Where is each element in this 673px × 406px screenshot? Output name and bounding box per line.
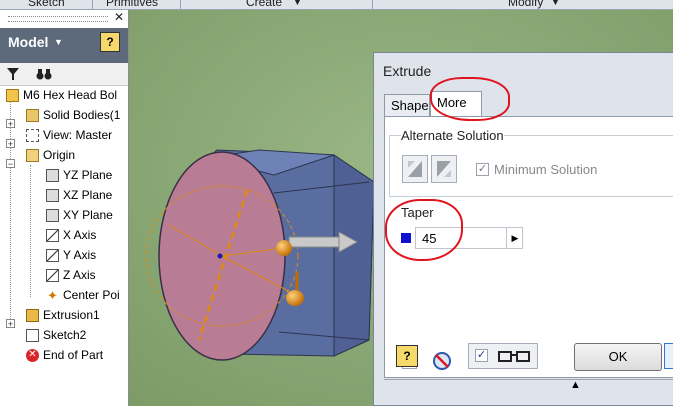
preview-toggle[interactable]: ✓ xyxy=(468,343,538,369)
dialog-footer: ▲ xyxy=(384,379,673,392)
tree-item-part[interactable]: M6 Hex Head Bol xyxy=(6,85,117,105)
expand-icon[interactable]: + xyxy=(6,139,15,149)
tree-item-sketch2[interactable]: Sketch2 xyxy=(26,325,86,345)
expand-icon[interactable]: + xyxy=(6,319,15,329)
modify-dropdown-icon[interactable]: ▼ xyxy=(551,0,560,7)
close-icon[interactable]: ✕ xyxy=(114,10,124,24)
tab-shape[interactable]: Shape xyxy=(384,94,430,116)
end-of-part-icon: ✕ xyxy=(26,348,39,362)
part-icon xyxy=(6,88,19,102)
chevron-down-icon[interactable]: ▼ xyxy=(54,37,63,47)
sketch-icon xyxy=(26,328,39,342)
ribbon-bar: Sketch Primitives Create ▼ Modify ▼ xyxy=(0,0,673,10)
help-icon[interactable]: ? xyxy=(100,32,120,52)
cancel-button[interactable] xyxy=(664,343,673,369)
tab-primitives[interactable]: Primitives xyxy=(106,0,158,9)
tab-create[interactable]: Create xyxy=(246,0,282,9)
axis-icon xyxy=(46,228,59,242)
no-match-shape-icon[interactable] xyxy=(432,351,452,371)
tree-item-label: XY Plane xyxy=(63,208,113,222)
tree-item-y-axis[interactable]: Y Axis xyxy=(46,245,96,265)
distance-handle[interactable] xyxy=(276,240,292,256)
hex-bolt-model[interactable] xyxy=(145,149,375,361)
tab-modify[interactable]: Modify xyxy=(508,0,543,9)
find-binoculars-icon[interactable] xyxy=(36,67,52,81)
tree-item-label: YZ Plane xyxy=(63,168,113,182)
plane-icon xyxy=(46,168,59,182)
expand-dialog-icon[interactable]: ▲ xyxy=(570,379,581,391)
glasses-icon xyxy=(498,351,530,362)
axis-icon xyxy=(46,268,59,282)
tab-sketch[interactable]: Sketch xyxy=(28,0,65,9)
taper-dropdown-icon[interactable]: ▶ xyxy=(506,228,523,248)
tree-item-view[interactable]: View: Master xyxy=(26,125,112,145)
tree-item-label: Solid Bodies(1 xyxy=(43,108,121,122)
tree-item-origin[interactable]: Origin xyxy=(26,145,75,165)
folder-icon xyxy=(26,108,39,122)
tree-item-end-of-part[interactable]: ✕ End of Part xyxy=(26,345,103,365)
minimum-solution-checkbox[interactable]: ✓ xyxy=(476,163,489,176)
tree-item-label: Extrusion1 xyxy=(43,308,100,322)
tree-item-label: Z Axis xyxy=(63,268,96,282)
view-icon xyxy=(26,128,39,142)
browser-toolbar xyxy=(0,63,128,86)
center-point xyxy=(217,253,223,259)
tree-item-xy-plane[interactable]: XY Plane xyxy=(46,205,113,225)
minimum-solution-label: Minimum Solution xyxy=(494,162,598,177)
tree-item-label: Y Axis xyxy=(63,248,97,262)
annotation-circle-more xyxy=(430,77,510,121)
tree-item-label: M6 Hex Head Bol xyxy=(23,88,118,102)
tree-item-label: End of Part xyxy=(43,348,104,362)
tree-item-label: X Axis xyxy=(63,228,97,242)
ribbon-separator xyxy=(92,0,93,9)
help-icon[interactable]: ? xyxy=(396,345,418,367)
panel-grip[interactable] xyxy=(8,16,108,22)
preview-checkbox[interactable]: ✓ xyxy=(475,349,488,362)
annotation-circle-taper xyxy=(385,199,463,261)
tree-connector xyxy=(30,165,31,297)
tree-item-solid-bodies[interactable]: Solid Bodies(1 xyxy=(26,105,120,125)
alternate-solution-label: Alternate Solution xyxy=(401,128,504,143)
flip-solution-alt-button[interactable] xyxy=(431,155,457,183)
tree-item-yz-plane[interactable]: YZ Plane xyxy=(46,165,112,185)
tree-item-extrusion1[interactable]: Extrusion1 xyxy=(26,305,100,325)
center-point-icon: ✦ xyxy=(47,287,58,303)
ok-button[interactable]: OK xyxy=(574,343,662,371)
tree-item-label: Sketch2 xyxy=(43,328,87,342)
browser-title[interactable]: Model xyxy=(8,34,48,50)
plane-icon xyxy=(46,208,59,222)
create-dropdown-icon[interactable]: ▼ xyxy=(293,0,302,7)
filter-icon[interactable] xyxy=(6,67,20,81)
collapse-icon[interactable]: − xyxy=(6,159,15,169)
dialog-title: Extrude xyxy=(383,63,432,79)
extrusion-icon xyxy=(26,308,39,322)
flip-solution-button[interactable] xyxy=(402,155,428,183)
tree-item-center-point[interactable]: ✦ Center Poi xyxy=(46,285,120,305)
tree-item-label: XZ Plane xyxy=(63,188,113,202)
tree-item-xz-plane[interactable]: XZ Plane xyxy=(46,185,112,205)
expand-icon[interactable]: + xyxy=(6,119,15,129)
plane-icon xyxy=(46,188,59,202)
ribbon-separator xyxy=(180,0,181,9)
tree-item-label: Center Poi xyxy=(63,288,120,302)
tree-item-label: Origin xyxy=(43,148,76,162)
tree-item-label: View: Master xyxy=(43,128,113,142)
tree-item-z-axis[interactable]: Z Axis xyxy=(46,265,96,285)
ribbon-separator xyxy=(372,0,373,9)
open-folder-icon xyxy=(26,148,39,162)
tree-item-x-axis[interactable]: X Axis xyxy=(46,225,96,245)
model-browser: ✕ Model ▼ ? M6 Hex Head Bol + Solid Bodi… xyxy=(0,10,129,406)
axis-icon xyxy=(46,248,59,262)
browser-header: Model ▼ ? xyxy=(0,28,128,63)
